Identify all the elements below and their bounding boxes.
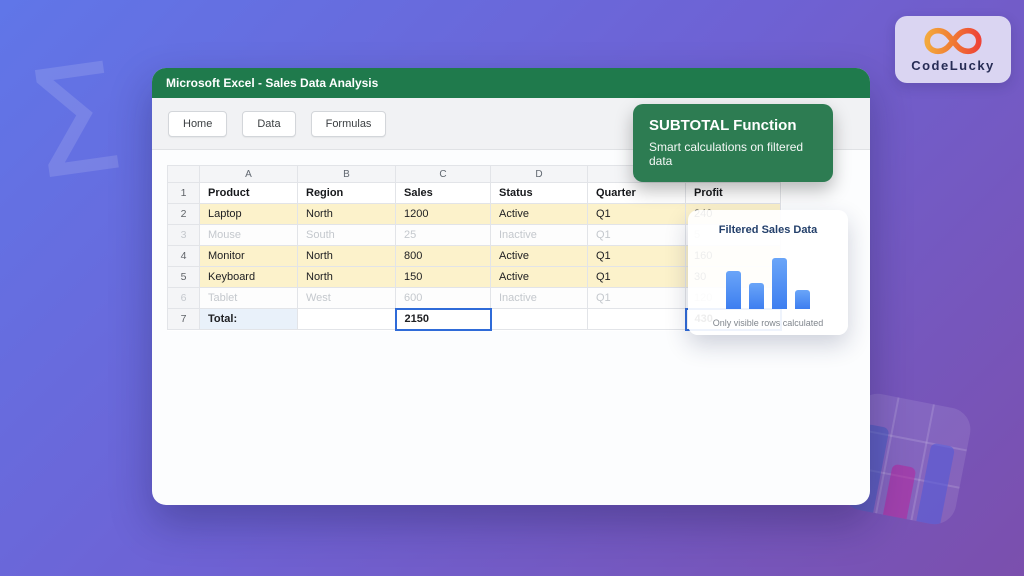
sheet-row-1: 1ProductRegionSalesStatusQuarterProfit <box>168 183 781 204</box>
chart-title: Filtered Sales Data <box>688 224 848 236</box>
row-number-5[interactable]: 5 <box>168 267 200 288</box>
cell-C6[interactable]: 600 <box>396 288 491 309</box>
cell-A4[interactable]: Monitor <box>200 246 298 267</box>
brand-name: CodeLucky <box>911 58 995 73</box>
cell-E6[interactable]: Q1 <box>588 288 686 309</box>
cell-A6[interactable]: Tablet <box>200 288 298 309</box>
cell-A2[interactable]: Laptop <box>200 204 298 225</box>
cell-E3[interactable]: Q1 <box>588 225 686 246</box>
cell-B2[interactable]: North <box>298 204 396 225</box>
cell-D2[interactable]: Active <box>491 204 588 225</box>
excel-window: Microsoft Excel - Sales Data Analysis Ho… <box>152 68 870 505</box>
callout-title: SUBTOTAL Function <box>649 117 817 134</box>
cell-C2[interactable]: 1200 <box>396 204 491 225</box>
cell-D7[interactable] <box>491 309 588 330</box>
subtotal-callout: SUBTOTAL Function Smart calculations on … <box>633 104 833 182</box>
column-header-a[interactable]: A <box>200 166 298 183</box>
cell-C7[interactable]: 2150 <box>396 309 491 330</box>
cell-C5[interactable]: 150 <box>396 267 491 288</box>
cell-D6[interactable]: Inactive <box>491 288 588 309</box>
cell-D4[interactable]: Active <box>491 246 588 267</box>
cell-B6[interactable]: West <box>298 288 396 309</box>
cell-A3[interactable]: Mouse <box>200 225 298 246</box>
select-all-corner[interactable] <box>168 166 200 183</box>
bar-3 <box>772 258 787 309</box>
row-number-3[interactable]: 3 <box>168 225 200 246</box>
cell-B7[interactable] <box>298 309 396 330</box>
bar-1 <box>726 271 741 309</box>
window-titlebar: Microsoft Excel - Sales Data Analysis <box>152 68 870 98</box>
cell-A7[interactable]: Total: <box>200 309 298 330</box>
cell-A5[interactable]: Keyboard <box>200 267 298 288</box>
window-title: Microsoft Excel - Sales Data Analysis <box>166 76 378 90</box>
cell-C3[interactable]: 25 <box>396 225 491 246</box>
cell-E7[interactable] <box>588 309 686 330</box>
row-number-4[interactable]: 4 <box>168 246 200 267</box>
sigma-watermark-icon: Σ <box>18 42 131 202</box>
cell-B1[interactable]: Region <box>298 183 396 204</box>
cell-B3[interactable]: South <box>298 225 396 246</box>
cell-E1[interactable]: Quarter <box>588 183 686 204</box>
cell-C1[interactable]: Sales <box>396 183 491 204</box>
bar-chart <box>726 258 810 309</box>
brand-badge: CodeLucky <box>895 16 1011 83</box>
column-header-c[interactable]: C <box>396 166 491 183</box>
column-header-b[interactable]: B <box>298 166 396 183</box>
cell-D1[interactable]: Status <box>491 183 588 204</box>
cell-B4[interactable]: North <box>298 246 396 267</box>
row-number-7[interactable]: 7 <box>168 309 200 330</box>
cell-E5[interactable]: Q1 <box>588 267 686 288</box>
cell-C4[interactable]: 800 <box>396 246 491 267</box>
tab-formulas[interactable]: Formulas <box>311 111 387 137</box>
infinity-icon <box>923 26 983 56</box>
cell-A1[interactable]: Product <box>200 183 298 204</box>
cell-E4[interactable]: Q1 <box>588 246 686 267</box>
row-number-1[interactable]: 1 <box>168 183 200 204</box>
bar-2 <box>749 283 764 309</box>
row-number-6[interactable]: 6 <box>168 288 200 309</box>
cell-D5[interactable]: Active <box>491 267 588 288</box>
cell-B5[interactable]: North <box>298 267 396 288</box>
column-header-d[interactable]: D <box>491 166 588 183</box>
cell-E2[interactable]: Q1 <box>588 204 686 225</box>
row-number-2[interactable]: 2 <box>168 204 200 225</box>
filtered-sales-chart-card: Filtered Sales Data Only visible rows ca… <box>688 210 848 335</box>
tab-data[interactable]: Data <box>242 111 295 137</box>
bar-4 <box>795 290 810 309</box>
page-background: Σ CodeLucky Microsoft Excel - Sales Data… <box>0 0 1024 576</box>
cell-F1[interactable]: Profit <box>686 183 781 204</box>
cell-D3[interactable]: Inactive <box>491 225 588 246</box>
tab-home[interactable]: Home <box>168 111 227 137</box>
callout-subtitle: Smart calculations on filtered data <box>649 140 817 168</box>
chart-caption: Only visible rows calculated <box>688 318 848 328</box>
